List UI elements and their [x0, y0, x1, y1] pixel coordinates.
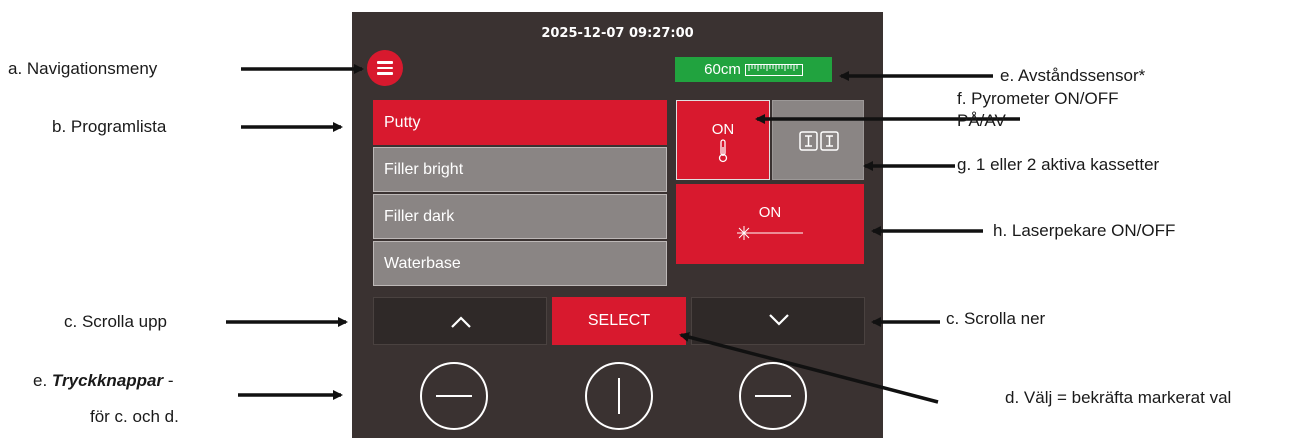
label-pyrometer: f. Pyrometer ON/OFF	[957, 89, 1119, 108]
label-distance-sensor: e. Avståndssensor*	[1000, 66, 1146, 85]
label-pyrometer-line2: PÅ/AV	[957, 111, 1006, 130]
label-push-buttons-line2: för c. och d.	[90, 407, 179, 426]
label-program-list: b. Programlista	[52, 117, 167, 136]
label-scroll-down: c. Scrolla ner	[946, 309, 1046, 328]
label-push-buttons: e. Tryckknappar -	[33, 371, 174, 390]
label-cassettes: g. 1 eller 2 aktiva kassetter	[957, 155, 1160, 174]
label-navigation-menu: a. Navigationsmeny	[8, 59, 158, 78]
label-select: d. Välj = bekräfta markerat val	[1005, 388, 1232, 407]
label-laser-pointer: h. Laserpekare ON/OFF	[993, 221, 1176, 240]
label-scroll-up: c. Scrolla upp	[64, 312, 167, 331]
